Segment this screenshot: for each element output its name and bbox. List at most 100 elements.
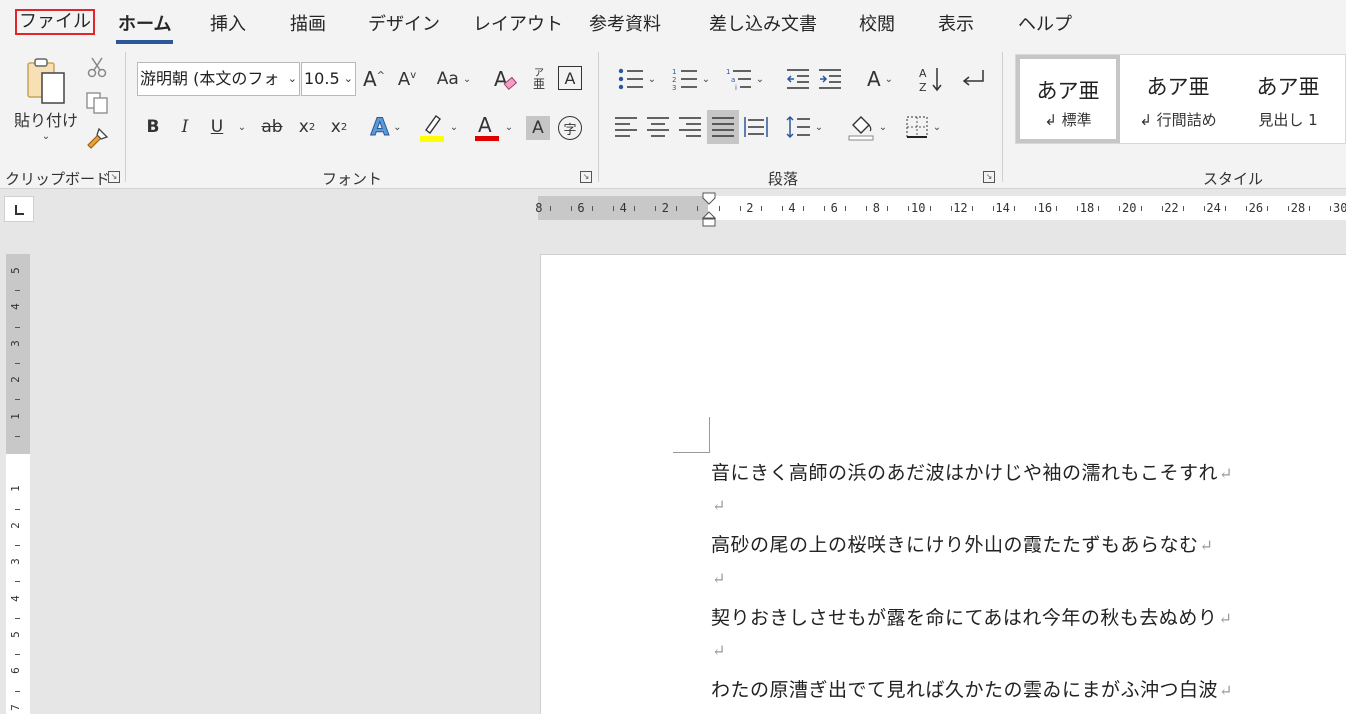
- enclose-characters-button[interactable]: 字: [558, 116, 582, 140]
- bold-button[interactable]: B: [140, 112, 166, 142]
- tab-design[interactable]: デザイン: [368, 10, 440, 36]
- highlight-button[interactable]: ⌄: [414, 110, 462, 144]
- asian-layout-button[interactable]: A ⌄: [856, 62, 904, 96]
- ruler-tick: [697, 206, 699, 211]
- tab-mailings[interactable]: 差し込み文書: [709, 10, 817, 36]
- font-name-combo[interactable]: 游明朝 (本文のフォ ⌄: [137, 62, 300, 96]
- borders-button[interactable]: ⌄: [898, 110, 948, 144]
- grow-font-button[interactable]: A^: [360, 62, 388, 96]
- empty-paragraph[interactable]: ↵: [711, 639, 726, 661]
- increase-indent-button[interactable]: [816, 62, 844, 96]
- ruler-tick: [1309, 206, 1311, 211]
- tab-review[interactable]: 校閲: [859, 10, 895, 36]
- font-size-combo[interactable]: 10.5 ⌄: [301, 62, 356, 96]
- multilevel-list-button[interactable]: 1 a i ⌄: [720, 62, 770, 96]
- bullets-button[interactable]: ⌄: [612, 62, 662, 96]
- decrease-indent-icon: [786, 69, 809, 89]
- ruler-number: 2: [8, 521, 22, 529]
- paste-label: 貼り付け: [13, 110, 78, 130]
- phonetic-guide-button[interactable]: ア亜: [526, 62, 552, 96]
- decrease-indent-button[interactable]: [784, 62, 812, 96]
- document-paragraph[interactable]: わたの原漕ぎ出でて見れば久かたの雲ゐにまがふ沖つ白波↵: [711, 675, 1233, 702]
- font-name-value: 游明朝 (本文のフォ: [140, 69, 280, 88]
- numbering-button[interactable]: 1 2 3 ⌄: [666, 62, 716, 96]
- style-normal[interactable]: あア亜 ↲ 標準: [1016, 55, 1120, 143]
- align-center-button[interactable]: [644, 112, 672, 142]
- ruler-top-margin: [6, 254, 30, 454]
- paragraph-mark-icon: ↵: [1219, 681, 1233, 701]
- chevron-down-icon[interactable]: ⌄: [288, 63, 297, 95]
- document-page[interactable]: 音にきく高師の浜のあだ波はかけじや袖の濡れもこそすれ↵ ↵ 高砂の尾の上の桜咲きにけ…: [540, 254, 1346, 714]
- chevron-down-icon: ⌄: [884, 73, 894, 85]
- borders-icon: [906, 116, 928, 138]
- indent-marker-icon[interactable]: [702, 192, 716, 228]
- ruler-number: 6: [8, 667, 22, 675]
- paragraph-launcher-icon[interactable]: ↘: [983, 171, 995, 183]
- ruler-tick: [908, 206, 910, 211]
- tab-layout[interactable]: レイアウト: [473, 10, 563, 36]
- line-spacing-button[interactable]: ⌄: [780, 110, 828, 144]
- tab-insert[interactable]: 挿入: [210, 10, 246, 36]
- ruler-tick: [824, 206, 826, 211]
- sort-button[interactable]: AZ: [916, 62, 946, 96]
- empty-paragraph[interactable]: ↵: [711, 567, 726, 589]
- tab-help[interactable]: ヘルプ: [1018, 10, 1072, 36]
- document-paragraph[interactable]: 契りおきしさせもが露を命にてあはれ今年の秋も去ぬめり↵: [711, 603, 1232, 630]
- ruler-number: 24: [1206, 201, 1221, 215]
- underline-dropdown[interactable]: ⌄: [232, 112, 252, 142]
- shrink-font-button[interactable]: Av: [393, 62, 421, 96]
- italic-button[interactable]: I: [172, 112, 198, 142]
- character-border-button[interactable]: A: [558, 66, 582, 90]
- sort-icon: AZ: [919, 67, 942, 93]
- vertical-ruler[interactable]: 5 4 3 2 1 1 2 3 4 5 6 7: [6, 254, 30, 714]
- ruler-tick: [15, 399, 20, 401]
- text-effects-button[interactable]: A ⌄: [364, 110, 408, 144]
- tab-selector[interactable]: [4, 196, 34, 222]
- text-effects-icon: A: [370, 113, 390, 142]
- clipboard-launcher-icon[interactable]: ↘: [108, 171, 120, 183]
- ruler-tick: [15, 581, 20, 583]
- style-no-spacing[interactable]: あア亜 ↲ 行間詰め: [1126, 55, 1230, 143]
- ruler-tick: [802, 206, 804, 211]
- svg-text:i: i: [735, 84, 737, 91]
- character-shading-button[interactable]: A: [526, 116, 550, 140]
- empty-paragraph[interactable]: ↵: [711, 494, 726, 516]
- change-case-button[interactable]: Aa ⌄: [430, 62, 478, 96]
- tab-draw[interactable]: 描画: [290, 10, 326, 36]
- align-right-button[interactable]: [676, 112, 704, 142]
- ruler-tick: [1182, 206, 1184, 211]
- tab-file[interactable]: ファイル: [15, 9, 95, 35]
- distributed-button[interactable]: [742, 112, 770, 142]
- font-color-button[interactable]: A ⌄: [468, 110, 518, 144]
- grow-font-icon: A^: [362, 67, 386, 91]
- clear-formatting-button[interactable]: A: [490, 62, 520, 96]
- strikethrough-button[interactable]: ab: [257, 112, 287, 142]
- copy-button[interactable]: [84, 90, 110, 116]
- superscript-button[interactable]: x2: [326, 112, 352, 142]
- paste-button[interactable]: 貼り付け ⌄: [12, 54, 80, 144]
- format-painter-button[interactable]: [84, 126, 110, 152]
- horizontal-ruler[interactable]: 8 6 4 2 2 4 6 8 10 12 14 16 18 20 22 24 26 28 30: [535, 196, 1346, 220]
- subscript-button[interactable]: x2: [294, 112, 320, 142]
- font-launcher-icon[interactable]: ↘: [580, 171, 592, 183]
- highlighter-icon: [419, 115, 444, 142]
- paragraph-mark-icon: ↵: [712, 641, 726, 660]
- ruler-tick: [1330, 206, 1332, 211]
- ruler-number: 12: [953, 201, 968, 215]
- tab-home[interactable]: ホーム: [115, 10, 174, 44]
- chevron-down-icon[interactable]: ⌄: [344, 63, 353, 95]
- cut-button[interactable]: [84, 54, 110, 80]
- ruler-number: 4: [788, 201, 796, 215]
- style-heading-1[interactable]: あア亜 見出し 1: [1236, 55, 1340, 143]
- underline-button[interactable]: U: [204, 112, 230, 142]
- document-paragraph[interactable]: 高砂の尾の上の桜咲きにけり外山の霞たたずもあらなむ↵: [711, 530, 1213, 557]
- tab-view[interactable]: 表示: [938, 10, 974, 36]
- shading-button[interactable]: ⌄: [842, 110, 892, 144]
- tab-references[interactable]: 参考資料: [589, 10, 661, 36]
- chevron-down-icon: ⌄: [755, 73, 765, 85]
- show-formatting-marks-button[interactable]: [956, 62, 990, 96]
- ruler-tick: [591, 206, 593, 211]
- align-left-button[interactable]: [612, 112, 640, 142]
- justify-button[interactable]: [707, 110, 739, 144]
- document-paragraph[interactable]: 音にきく高師の浜のあだ波はかけじや袖の濡れもこそすれ↵: [711, 458, 1233, 485]
